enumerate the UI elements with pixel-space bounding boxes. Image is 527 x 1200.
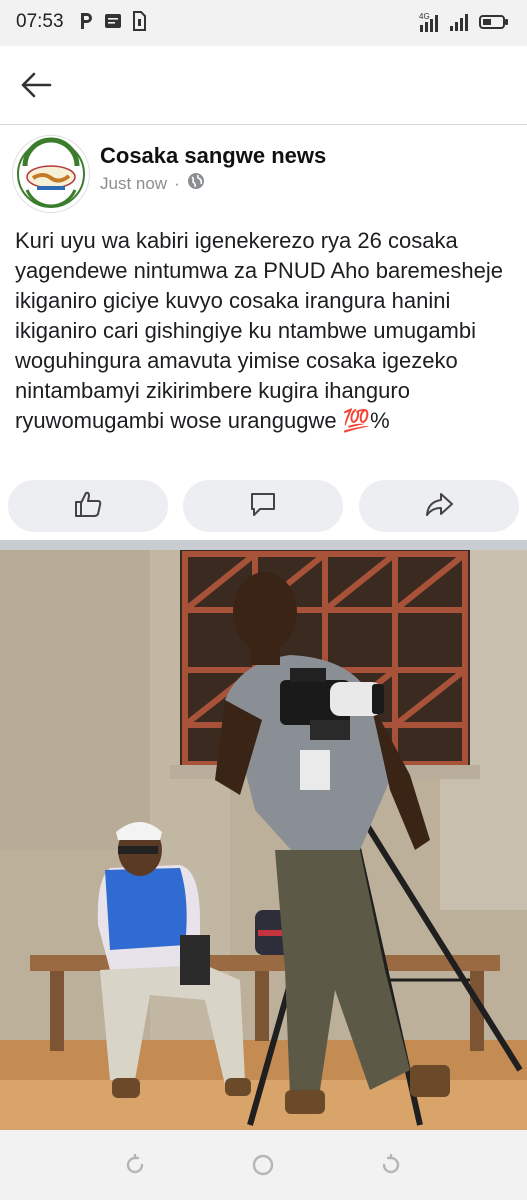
cosaka-logo xyxy=(14,137,88,211)
post-actions xyxy=(0,478,527,534)
sim-icon xyxy=(132,11,146,36)
share-icon xyxy=(424,490,454,523)
svg-text:4G: 4G xyxy=(419,12,430,21)
like-button[interactable] xyxy=(8,480,168,532)
like-icon xyxy=(73,490,103,523)
meta-separator: · xyxy=(174,173,180,193)
share-button[interactable] xyxy=(359,480,519,532)
status-time: 07:53 xyxy=(16,11,64,32)
battery-icon xyxy=(479,14,509,35)
post-time: Just now xyxy=(100,173,168,193)
parking-icon xyxy=(78,11,94,36)
status-left-icons xyxy=(78,11,146,36)
post-text: Kuri uyu wa kabiri igenekerezo rya 26 co… xyxy=(15,228,503,433)
post-header: Cosaka sangwe news Just now · xyxy=(0,125,527,220)
signal-icon xyxy=(449,12,473,37)
navigation-bar xyxy=(0,1130,527,1200)
recents-icon[interactable] xyxy=(122,1152,148,1183)
post-divider xyxy=(0,540,527,550)
post-photo[interactable] xyxy=(0,550,527,1130)
comment-button[interactable] xyxy=(183,480,343,532)
post-meta: Just now · xyxy=(100,172,205,195)
page-name[interactable]: Cosaka sangwe news xyxy=(100,143,326,169)
comment-icon xyxy=(248,490,278,523)
home-icon[interactable] xyxy=(250,1152,276,1183)
globe-icon xyxy=(187,172,205,195)
message-icon xyxy=(104,12,122,35)
back-arrow-icon[interactable] xyxy=(20,71,52,104)
status-bar: 07:53 4G xyxy=(0,0,527,46)
status-right-icons: 4G xyxy=(419,11,509,38)
page-avatar[interactable] xyxy=(12,135,90,213)
app-bar xyxy=(0,46,527,125)
back-icon[interactable] xyxy=(378,1152,404,1183)
network-4g-icon: 4G xyxy=(419,11,443,38)
